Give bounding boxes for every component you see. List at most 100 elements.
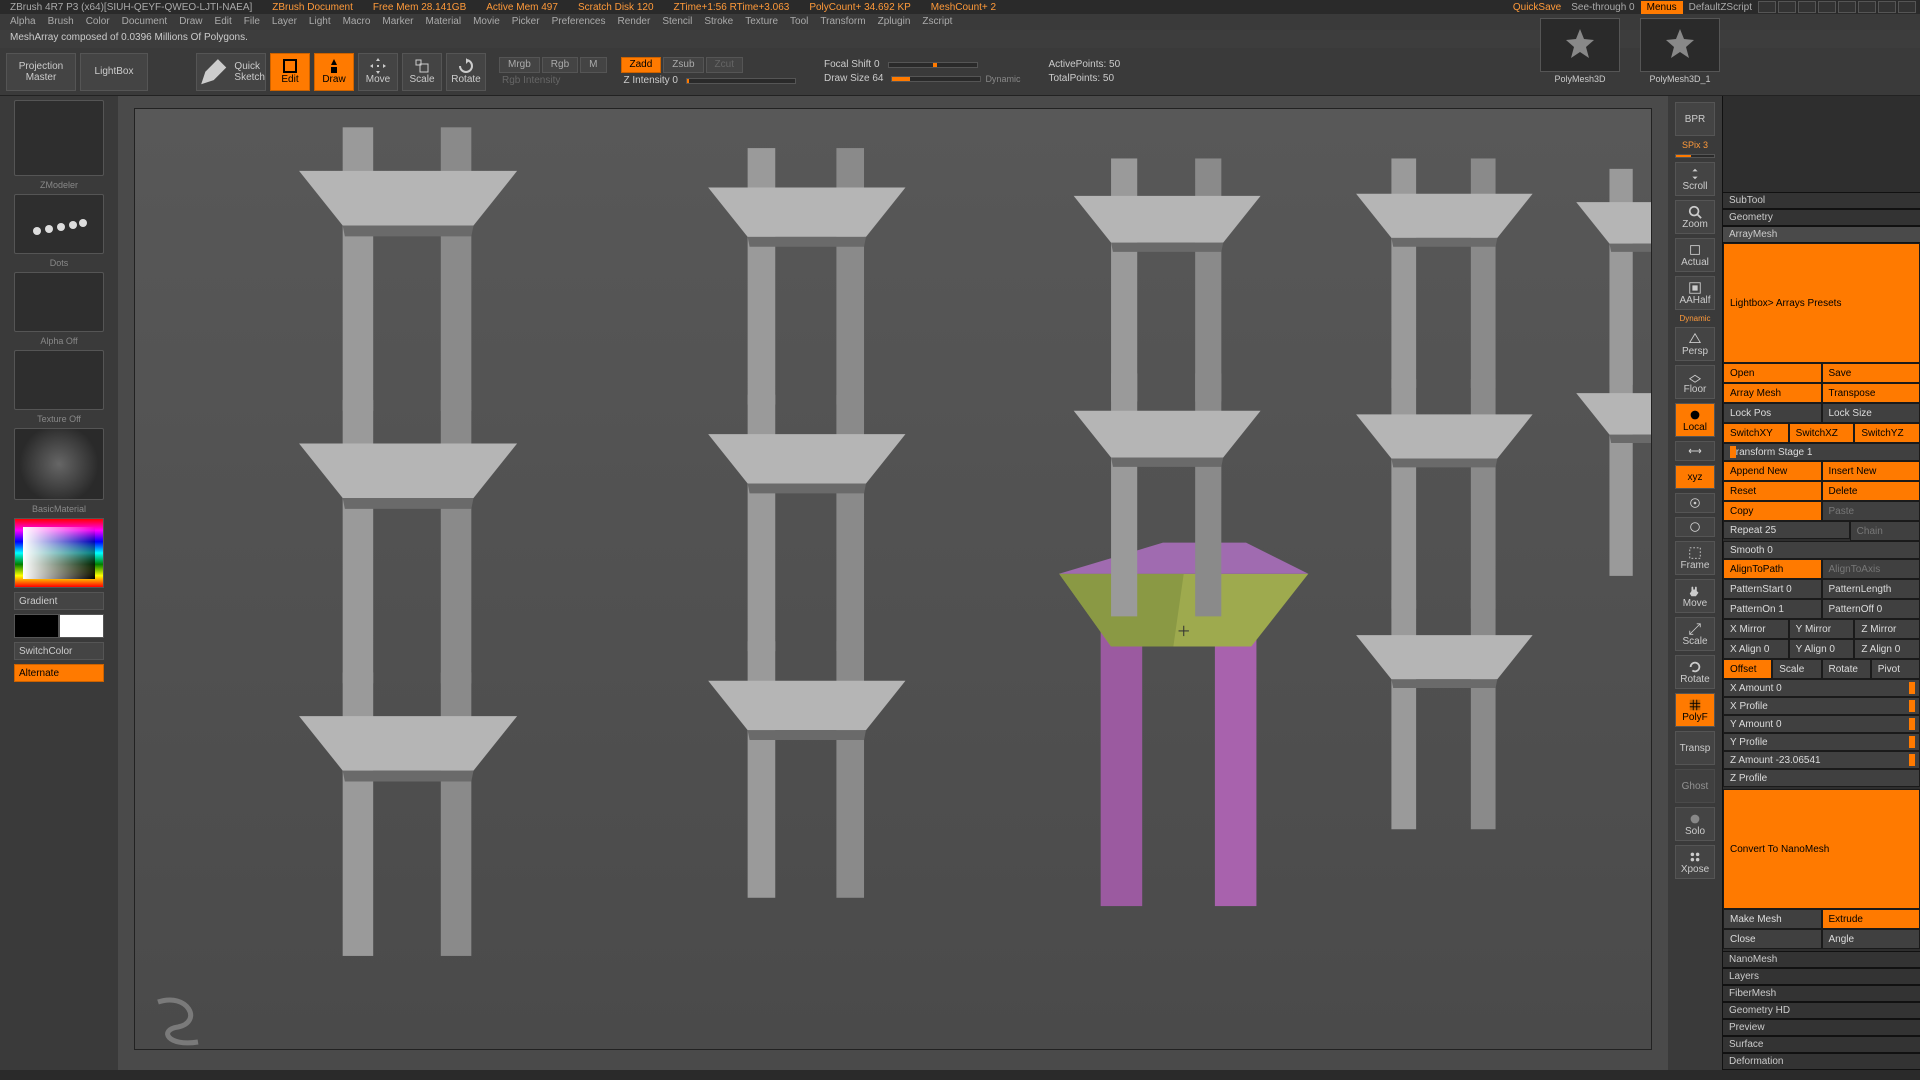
menu-file[interactable]: File xyxy=(242,16,262,28)
xyz-button[interactable]: xyz xyxy=(1675,465,1715,489)
switchyz-button[interactable]: SwitchYZ xyxy=(1854,423,1920,443)
section-fibermesh[interactable]: FiberMesh xyxy=(1723,985,1920,1002)
section-subtool[interactable]: SubTool xyxy=(1723,192,1920,209)
draw-button[interactable]: Draw xyxy=(314,53,354,91)
open-button[interactable]: Open xyxy=(1723,363,1822,383)
menu-marker[interactable]: Marker xyxy=(380,16,415,28)
section-geomhd[interactable]: Geometry HD xyxy=(1723,1002,1920,1019)
rotate-tab[interactable]: Rotate xyxy=(1822,659,1871,679)
win-btn-3[interactable] xyxy=(1798,1,1816,13)
polyf-button[interactable]: PolyF xyxy=(1675,693,1715,727)
win-btn-2[interactable] xyxy=(1778,1,1796,13)
switchxy-button[interactable]: SwitchXY xyxy=(1723,423,1789,443)
seethrough-slider[interactable]: See-through 0 xyxy=(1567,2,1638,13)
local-button[interactable]: Local xyxy=(1675,403,1715,437)
x-amount-slider[interactable]: X Amount 0 xyxy=(1723,679,1920,697)
x-profile-button[interactable]: X Profile xyxy=(1723,697,1920,715)
quicksave-button[interactable]: QuickSave xyxy=(1509,2,1565,13)
alternate-button[interactable]: Alternate xyxy=(14,664,104,682)
xpose-button[interactable]: Xpose xyxy=(1675,845,1715,879)
menu-document[interactable]: Document xyxy=(120,16,170,28)
menu-material[interactable]: Material xyxy=(424,16,464,28)
aligntopath-button[interactable]: AlignToPath xyxy=(1723,559,1822,579)
floor-button[interactable]: Floor xyxy=(1675,365,1715,399)
aahalf-button[interactable]: AAHalf xyxy=(1675,276,1715,310)
spix-slider[interactable] xyxy=(1675,154,1715,158)
section-deformation[interactable]: Deformation xyxy=(1723,1053,1920,1070)
menu-edit[interactable]: Edit xyxy=(213,16,234,28)
section-geometry[interactable]: Geometry xyxy=(1723,209,1920,226)
menu-draw[interactable]: Draw xyxy=(177,16,204,28)
rgb-intensity-slider[interactable]: Rgb Intensity xyxy=(498,74,608,88)
reset-button[interactable]: Reset xyxy=(1723,481,1822,501)
edit-button[interactable]: Edit xyxy=(270,53,310,91)
patternlength-slider[interactable]: PatternLength xyxy=(1822,579,1920,599)
draw-size-slider[interactable] xyxy=(891,76,981,82)
scroll-button[interactable]: Scroll xyxy=(1675,162,1715,196)
zoom-button[interactable]: Zoom xyxy=(1675,200,1715,234)
spix-label[interactable]: SPix 3 xyxy=(1682,140,1708,150)
section-nanomesh[interactable]: NanoMesh xyxy=(1723,951,1920,968)
swatch-black[interactable] xyxy=(14,614,59,638)
defaultscript-button[interactable]: DefaultZScript xyxy=(1685,2,1756,13)
menu-zscript[interactable]: Zscript xyxy=(920,16,954,28)
scale-tab[interactable]: Scale xyxy=(1772,659,1821,679)
transform-stage-slider[interactable]: Transform Stage 1 xyxy=(1723,443,1920,461)
section-arraymesh[interactable]: ArrayMesh xyxy=(1723,226,1920,243)
lightbox-button[interactable]: LightBox xyxy=(80,53,148,91)
close-icon[interactable] xyxy=(1898,1,1916,13)
menu-stroke[interactable]: Stroke xyxy=(702,16,735,28)
zadd-button[interactable]: Zadd xyxy=(621,57,662,73)
aligntoaxis-button[interactable]: AlignToAxis xyxy=(1822,559,1920,579)
menu-preferences[interactable]: Preferences xyxy=(550,16,608,28)
repeat-slider[interactable]: Repeat 25 xyxy=(1723,521,1850,539)
z-intensity-slider[interactable] xyxy=(686,78,796,84)
extrude-button[interactable]: Extrude xyxy=(1822,909,1920,929)
rgb-button[interactable]: Rgb xyxy=(542,57,578,73)
yalign-slider[interactable]: Y Align 0 xyxy=(1789,639,1855,659)
locksize-button[interactable]: Lock Size xyxy=(1822,403,1920,423)
q-button[interactable] xyxy=(1675,517,1715,537)
gradient-button[interactable]: Gradient xyxy=(14,592,104,610)
delete-button[interactable]: Delete xyxy=(1822,481,1920,501)
menu-texture[interactable]: Texture xyxy=(743,16,780,28)
pivot-tab[interactable]: Pivot xyxy=(1871,659,1920,679)
menu-zplugin[interactable]: Zplugin xyxy=(876,16,913,28)
close-button[interactable]: Close xyxy=(1723,929,1822,949)
bpr-button[interactable]: BPR xyxy=(1675,102,1715,136)
y-profile-button[interactable]: Y Profile xyxy=(1723,733,1920,751)
win-btn-6[interactable] xyxy=(1858,1,1876,13)
win-btn-4[interactable] xyxy=(1818,1,1836,13)
zalign-slider[interactable]: Z Align 0 xyxy=(1854,639,1920,659)
tool-polymesh3d[interactable]: PolyMesh3D xyxy=(1540,18,1620,84)
viewport[interactable] xyxy=(134,108,1652,1050)
switchxz-button[interactable]: SwitchXZ xyxy=(1789,423,1855,443)
menu-picker[interactable]: Picker xyxy=(510,16,542,28)
solo-button[interactable]: Solo xyxy=(1675,807,1715,841)
z-profile-button[interactable]: Z Profile xyxy=(1723,769,1920,787)
lightbox-presets-button[interactable]: Lightbox> Arrays Presets xyxy=(1723,243,1920,363)
makemesh-button[interactable]: Make Mesh xyxy=(1723,909,1822,929)
patternon-slider[interactable]: PatternOn 1 xyxy=(1723,599,1822,619)
move-button[interactable]: Move xyxy=(358,53,398,91)
texture-slot[interactable] xyxy=(14,350,104,410)
chain-button[interactable]: Chain xyxy=(1850,521,1920,541)
offset-tab[interactable]: Offset xyxy=(1723,659,1772,679)
mrgb-button[interactable]: Mrgb xyxy=(499,57,540,73)
frame-button[interactable]: Frame xyxy=(1675,541,1715,575)
rotate-nav-button[interactable]: Rotate xyxy=(1675,655,1715,689)
menu-layer[interactable]: Layer xyxy=(270,16,299,28)
transpose-toggle[interactable]: Transpose xyxy=(1822,383,1920,403)
alpha-slot[interactable] xyxy=(14,272,104,332)
lsym-button[interactable] xyxy=(1675,441,1715,461)
section-surface[interactable]: Surface xyxy=(1723,1036,1920,1053)
menus-button[interactable]: Menus xyxy=(1641,1,1683,14)
quick-sketch-button[interactable]: Quick Sketch xyxy=(196,53,266,91)
section-layers[interactable]: Layers xyxy=(1723,968,1920,985)
copy-button[interactable]: Copy xyxy=(1723,501,1822,521)
y-amount-slider[interactable]: Y Amount 0 xyxy=(1723,715,1920,733)
persp-button[interactable]: Persp xyxy=(1675,327,1715,361)
arraymesh-toggle[interactable]: Array Mesh xyxy=(1723,383,1822,403)
menu-alpha[interactable]: Alpha xyxy=(8,16,38,28)
menu-brush[interactable]: Brush xyxy=(46,16,76,28)
